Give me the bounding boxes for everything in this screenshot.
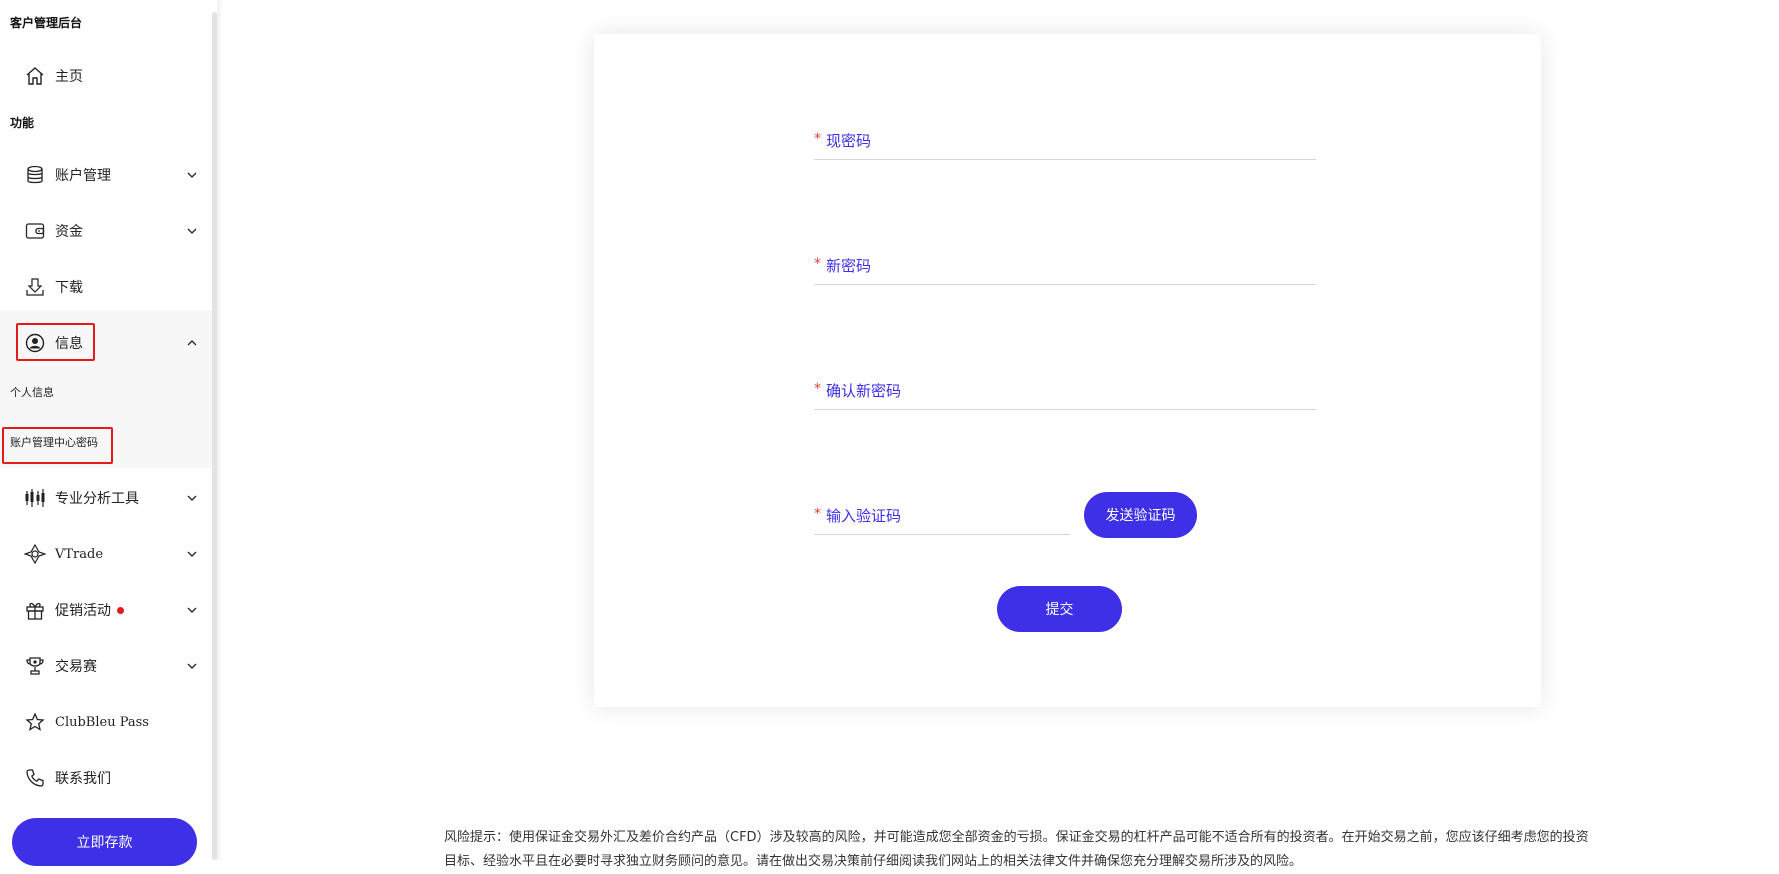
chevron-down-icon <box>186 660 198 672</box>
sidebar-item-contest[interactable]: 交易赛 <box>0 641 212 691</box>
candlestick-icon <box>24 487 46 509</box>
new-password-field[interactable]: * 新密码 <box>814 254 1316 285</box>
verification-code-field[interactable]: * 输入验证码 <box>814 504 1070 535</box>
sidebar-item-promotions[interactable]: 促销活动 <box>0 585 212 635</box>
vtrade-logo-icon <box>24 543 46 565</box>
sidebar-item-contact[interactable]: 联系我们 <box>0 753 212 803</box>
chevron-down-icon <box>186 169 198 181</box>
confirm-password-field[interactable]: * 确认新密码 <box>814 379 1316 410</box>
required-mark: * <box>814 381 821 397</box>
required-mark: * <box>814 256 821 272</box>
sidebar-item-label: VTrade <box>55 546 104 562</box>
submit-button[interactable]: 提交 <box>997 586 1122 632</box>
required-mark: * <box>814 506 821 522</box>
sidebar-item-pro-tools[interactable]: 专业分析工具 <box>0 473 212 523</box>
sidebar-item-clubbleu[interactable]: ClubBleu Pass <box>0 697 212 747</box>
deposit-now-button[interactable]: 立即存款 <box>12 818 197 866</box>
notification-dot <box>117 606 124 614</box>
download-icon <box>24 276 46 298</box>
database-icon <box>24 164 46 186</box>
sidebar-item-label: 账户管理 <box>55 168 111 184</box>
sidebar: 客户管理后台 主页 功能 账户管理 资金 下载 信息 个人信息 账户管理中心密码… <box>0 0 212 866</box>
sidebar-item-funds[interactable]: 资金 <box>0 206 212 256</box>
required-mark: * <box>814 131 821 147</box>
sidebar-item-download[interactable]: 下载 <box>0 262 212 312</box>
chevron-up-icon <box>186 337 198 349</box>
change-password-card: * 现密码 * 新密码 * 确认新密码 * 输入验证码 发送验证码 提交 <box>594 34 1541 707</box>
home-icon <box>24 65 46 87</box>
sidebar-item-home[interactable]: 主页 <box>0 51 212 101</box>
chevron-down-icon <box>186 548 198 560</box>
new-password-placeholder: 新密码 <box>826 257 872 275</box>
current-password-placeholder: 现密码 <box>826 132 872 150</box>
highlight-box-info <box>16 323 95 361</box>
sidebar-item-label: 促销活动 <box>55 603 111 619</box>
wallet-icon <box>24 220 46 242</box>
sidebar-item-label: 联系我们 <box>55 771 111 787</box>
sidebar-divider <box>217 0 223 860</box>
phone-icon <box>24 767 46 789</box>
chevron-down-icon <box>186 225 198 237</box>
gift-icon <box>24 599 46 621</box>
sidebar-item-label: 交易赛 <box>55 659 97 675</box>
current-password-field[interactable]: * 现密码 <box>814 129 1316 160</box>
highlight-box-password <box>2 427 113 464</box>
app-title: 客户管理后台 <box>10 16 83 30</box>
sidebar-item-vtrade[interactable]: VTrade <box>0 529 212 579</box>
chevron-down-icon <box>186 604 198 616</box>
sidebar-item-label: 资金 <box>55 224 83 240</box>
star-icon <box>24 711 46 733</box>
sidebar-item-label: ClubBleu Pass <box>55 714 149 730</box>
risk-line-2: 目标、经验水平且在必要时寻求独立财务顾问的意见。请在做出交易决策前仔细阅读我们网… <box>444 854 1303 869</box>
sidebar-item-account-management[interactable]: 账户管理 <box>0 150 212 200</box>
sidebar-item-label: 主页 <box>55 69 83 85</box>
verification-code-placeholder: 输入验证码 <box>826 507 902 525</box>
trophy-icon <box>24 655 46 677</box>
confirm-password-placeholder: 确认新密码 <box>826 382 902 400</box>
chevron-down-icon <box>186 492 198 504</box>
section-function: 功能 <box>10 116 35 130</box>
send-code-button[interactable]: 发送验证码 <box>1084 492 1197 538</box>
risk-disclaimer: 风险提示：使用保证金交易外汇及差价合约产品（CFD）涉及较高的风险，并可能造成您… <box>444 826 1694 874</box>
sidebar-subitem-personal-info[interactable]: 个人信息 <box>10 384 54 400</box>
sidebar-item-label: 专业分析工具 <box>55 491 139 507</box>
risk-line-1: 风险提示：使用保证金交易外汇及差价合约产品（CFD）涉及较高的风险，并可能造成您… <box>444 830 1589 845</box>
sidebar-item-label: 下载 <box>55 280 83 296</box>
